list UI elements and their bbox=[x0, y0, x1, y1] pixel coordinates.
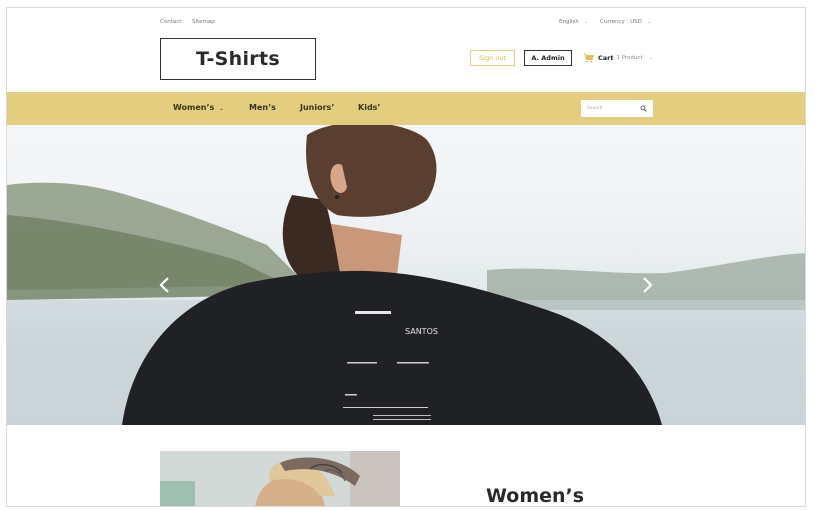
chevron-right-icon bbox=[643, 277, 653, 293]
search-input[interactable]: Search bbox=[581, 100, 653, 117]
contact-link[interactable]: Contact bbox=[160, 19, 181, 25]
search-icon[interactable] bbox=[640, 105, 647, 112]
womens-promo-image[interactable] bbox=[160, 451, 400, 506]
nav-item-mens[interactable]: Men’s bbox=[249, 103, 276, 112]
language-selector[interactable]: English ⌄ bbox=[559, 19, 588, 25]
sign-out-button[interactable]: Sign out bbox=[470, 50, 515, 66]
nav-item-womens[interactable]: Women’s ⌄ bbox=[173, 103, 224, 112]
chevron-down-icon: ⌄ bbox=[219, 106, 224, 112]
slider-next-button[interactable] bbox=[639, 275, 655, 295]
main-nav: Women’s ⌄ Men’s Juniors’ Kids’ Search bbox=[7, 92, 805, 125]
chevron-down-icon: ⌄ bbox=[646, 19, 652, 25]
slider-prev-button[interactable] bbox=[157, 275, 173, 295]
nav-item-juniors[interactable]: Juniors’ bbox=[300, 103, 334, 112]
cart-icon bbox=[583, 53, 594, 63]
sitemap-link[interactable]: Sitemap bbox=[192, 19, 215, 25]
womens-section-title: Women’s bbox=[486, 485, 585, 507]
page-frame: Contact Sitemap English ⌄ Currency : USD ⌄… bbox=[6, 7, 806, 507]
chevron-left-icon bbox=[159, 277, 169, 293]
cart-label: Cart bbox=[598, 54, 614, 62]
chevron-down-icon: ⌄ bbox=[583, 19, 589, 25]
top-utility-bar: Contact Sitemap English ⌄ Currency : USD ⌄ bbox=[7, 8, 805, 36]
cart-count: 1 Product bbox=[616, 55, 643, 61]
site-logo[interactable]: T-Shirts bbox=[160, 38, 316, 80]
shirt-print-text: SANTOS bbox=[405, 327, 438, 336]
promo-photo bbox=[160, 451, 400, 506]
currency-selector[interactable]: Currency : USD ⌄ bbox=[600, 19, 651, 25]
logo-text: T-Shirts bbox=[196, 48, 280, 70]
nav-item-label: Women’s bbox=[173, 103, 215, 112]
currency-label: Currency : USD bbox=[600, 19, 642, 25]
nav-item-kids[interactable]: Kids’ bbox=[358, 103, 380, 112]
hero-slider: SANTOS bbox=[7, 125, 805, 425]
user-account-button[interactable]: A. Admin bbox=[524, 50, 572, 66]
language-label: English bbox=[559, 19, 579, 25]
hero-image: SANTOS bbox=[7, 125, 805, 425]
chevron-down-icon: ⌄ bbox=[648, 55, 653, 61]
cart-button[interactable]: Cart 1 Product ⌄ bbox=[583, 52, 653, 64]
search-placeholder: Search bbox=[587, 106, 603, 111]
